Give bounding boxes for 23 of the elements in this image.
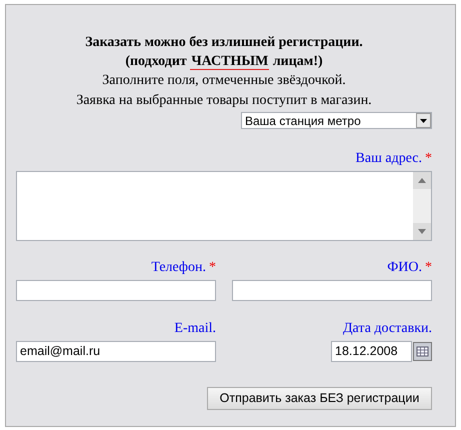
field-label: Телефон.: [151, 260, 206, 275]
submit-button[interactable]: Отправить заказ БЕЗ регистрации: [207, 387, 432, 410]
date-field[interactable]: 18.12.2008: [331, 340, 412, 362]
field-label: Ваш адрес.: [356, 151, 422, 166]
metro-select[interactable]: Ваша станция метро: [241, 112, 432, 129]
scroll-down-icon[interactable]: [413, 223, 431, 240]
address-field[interactable]: [16, 171, 432, 241]
field-label: E-mail.: [174, 320, 216, 336]
scroll-up-icon[interactable]: [413, 172, 431, 189]
required-mark: *: [209, 260, 216, 275]
input-field[interactable]: email@mail.ru: [16, 340, 216, 362]
instruction-text: Заявка на выбранные товары поступит в магазин.: [75, 92, 373, 110]
heading: Заказать можно без излишней регистрации.: [84, 34, 364, 52]
input-field[interactable]: [16, 280, 216, 301]
field-label: Дата доставки.: [343, 320, 432, 336]
heading: (подходит ЧАСТНЫМ лицам!): [124, 53, 324, 71]
required-mark: *: [425, 260, 432, 275]
scrollbar[interactable]: [413, 172, 431, 240]
calendar-icon[interactable]: [413, 342, 432, 360]
required-mark: *: [425, 151, 432, 166]
input-field[interactable]: [232, 280, 432, 301]
instruction-text: Заполните поля, отмеченные звёздочкой.: [101, 72, 347, 90]
field-label: ФИО.: [387, 260, 422, 275]
